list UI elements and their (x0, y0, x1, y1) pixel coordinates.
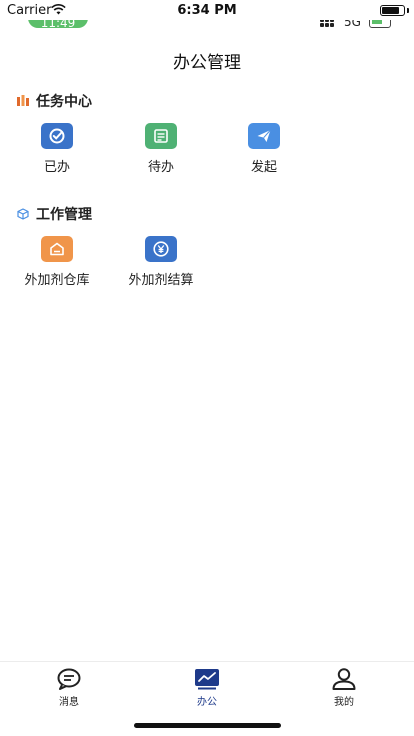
message-icon (57, 668, 81, 690)
profile-icon (332, 668, 356, 690)
tile (41, 236, 73, 262)
tab-office[interactable]: 办公 (172, 668, 242, 708)
yen-icon (153, 241, 169, 257)
section-work-management-header: 工作管理 (17, 204, 92, 224)
check-circle-icon (49, 128, 65, 144)
section-title: 任务中心 (36, 94, 92, 110)
tab-label: 我的 (334, 697, 354, 708)
grid-item-done[interactable]: 已办 (17, 123, 97, 175)
grid-item-initiate[interactable]: 发起 (224, 123, 304, 175)
section-task-center-header: 任务中心 (17, 91, 92, 111)
tab-profile[interactable]: 我的 (309, 668, 379, 708)
grid-item-admixture-settlement[interactable]: 外加剂结算 (121, 236, 201, 288)
battery-icon (380, 5, 405, 16)
status-time: 6:34 PM (177, 3, 237, 18)
tab-label: 消息 (59, 697, 79, 708)
grid-item-label: 发起 (250, 160, 277, 175)
section-title: 工作管理 (36, 207, 92, 223)
grid-item-label: 外加剂仓库 (24, 273, 90, 288)
page-title: 办公管理 (173, 53, 241, 73)
list-icon (154, 129, 168, 143)
grid-item-label: 待办 (147, 160, 174, 175)
grid-item-label: 已办 (43, 160, 70, 175)
status-bar: Carrier 6:34 PM (0, 0, 414, 20)
tile (145, 236, 177, 262)
tab-messages[interactable]: 消息 (34, 668, 104, 708)
tile (145, 123, 177, 149)
tab-label: 办公 (197, 697, 217, 708)
office-icon (195, 669, 219, 690)
tile (41, 123, 73, 149)
send-icon (257, 129, 271, 142)
grid-item-admixture-warehouse[interactable]: 外加剂仓库 (17, 236, 97, 288)
task-center-icon (17, 95, 29, 106)
warehouse-icon (50, 242, 64, 256)
cube-icon (17, 208, 29, 220)
grid-item-label: 外加剂结算 (128, 273, 194, 288)
battery-cap (407, 8, 409, 13)
home-indicator (134, 723, 281, 728)
tile (248, 123, 280, 149)
grid-item-todo[interactable]: 待办 (121, 123, 201, 175)
